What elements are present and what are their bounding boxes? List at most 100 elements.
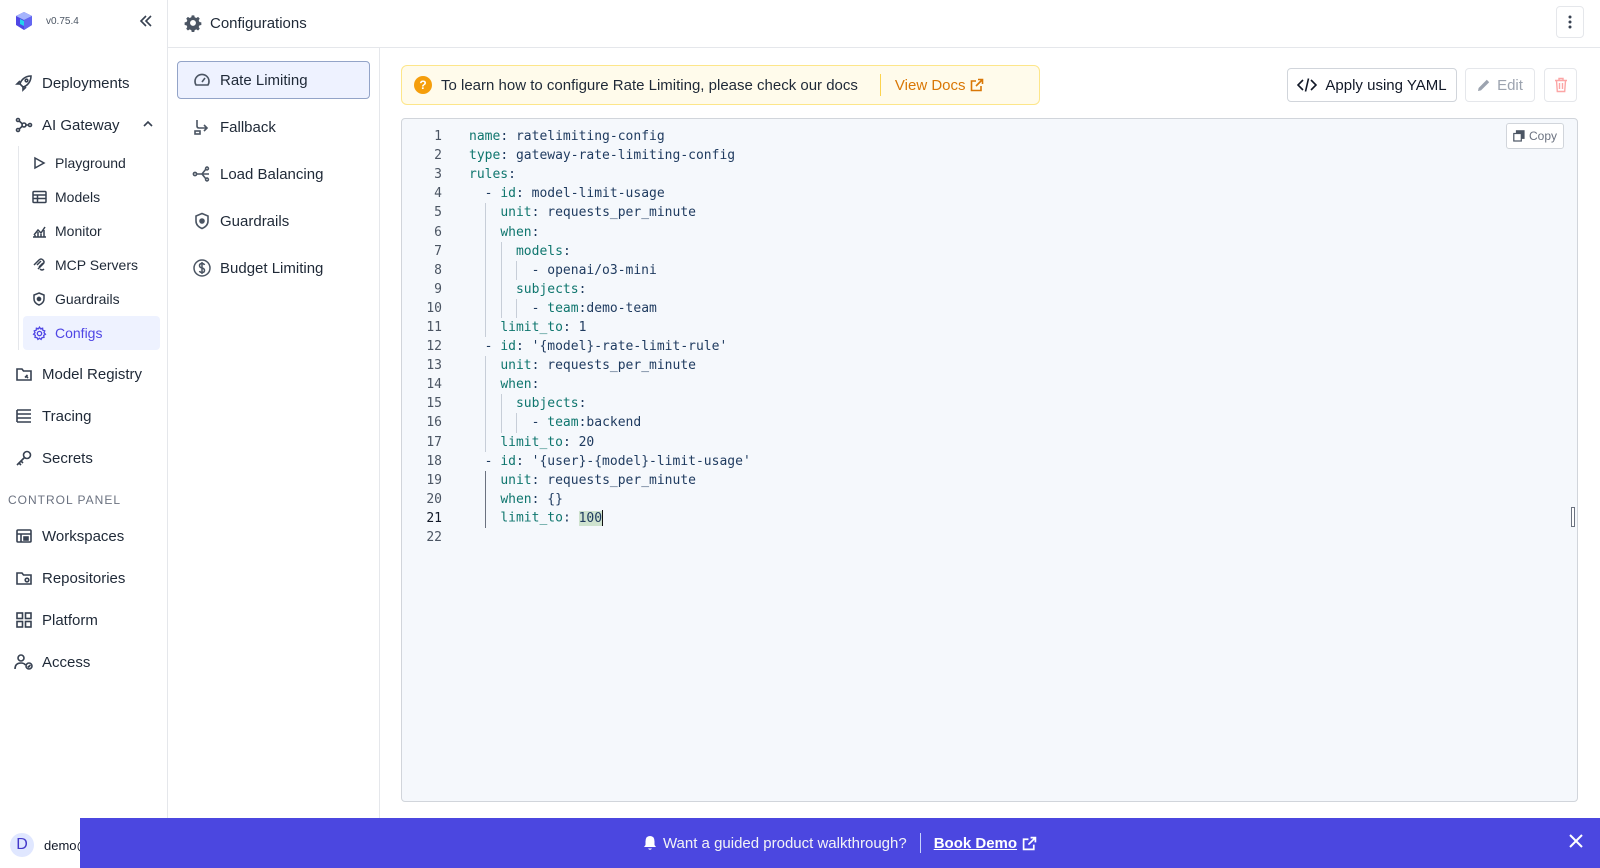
code-line[interactable]: 19 unit: requests_per_minute: [402, 470, 696, 490]
line-number: 4: [434, 186, 442, 202]
key-icon: [14, 448, 34, 468]
copy-button[interactable]: Copy: [1506, 123, 1564, 149]
copy-label: Copy: [1528, 129, 1557, 143]
sidebar-item-secrets[interactable]: Secrets: [0, 437, 168, 479]
code-line[interactable]: 8 - openai/o3-mini: [402, 260, 657, 280]
sidebar-item-model-registry[interactable]: Model Registry: [0, 353, 168, 395]
sidebar-item-label: Access: [42, 653, 91, 671]
line-number: 12: [426, 339, 442, 355]
code-line[interactable]: 9 subjects:: [402, 279, 586, 299]
code-text: subjects:: [515, 396, 587, 412]
code-text: when:: [500, 377, 540, 393]
line-number: 3: [434, 167, 442, 183]
sidebar-item-label: Tracing: [42, 407, 92, 425]
code-line[interactable]: 3 rules:: [402, 165, 516, 184]
sidebar-item-monitor[interactable]: Monitor: [23, 214, 160, 248]
code-line[interactable]: 16 - team:backend: [402, 413, 641, 433]
line-number: 22: [426, 530, 442, 546]
code-line[interactable]: 4 - id: model-limit-usage: [402, 184, 665, 203]
line-number: 2: [434, 148, 442, 164]
sidebar-item-tracing[interactable]: Tracing: [0, 395, 168, 437]
shield-icon: [31, 291, 47, 307]
code-line[interactable]: 6 when:: [402, 222, 539, 242]
config-tab-guardrails[interactable]: Guardrails: [177, 202, 370, 240]
sidebar-item-mcp-servers[interactable]: MCP Servers: [23, 248, 160, 282]
sidebar-item-platform[interactable]: Platform: [0, 599, 168, 641]
sidebar-item-ai-gateway[interactable]: AI Gateway: [0, 104, 168, 146]
code-line[interactable]: 7 models:: [402, 241, 571, 261]
line-number: 5: [434, 205, 442, 221]
code-text: limit_to: 100: [500, 510, 604, 527]
sidebar-item-deployments[interactable]: Deployments: [0, 62, 168, 104]
yaml-code-editor[interactable]: Copy 1 name: ratelimiting-config 2 type: ga…: [401, 118, 1578, 802]
avatar[interactable]: D: [10, 833, 34, 857]
edit-button[interactable]: Edit: [1465, 68, 1535, 102]
code-line[interactable]: 18 - id: '{user}-{model}-limit-usage': [402, 452, 750, 471]
line-number: 16: [426, 415, 442, 431]
apply-using-yaml-button[interactable]: Apply using YAML: [1287, 68, 1457, 102]
sidebar-header: v0.75.4: [0, 0, 167, 42]
book-demo-link[interactable]: Book Demo: [934, 835, 1037, 852]
app-version: v0.75.4: [46, 15, 79, 27]
close-icon[interactable]: [1568, 833, 1584, 854]
truefoundry-logo[interactable]: [14, 11, 34, 31]
code-line[interactable]: 17 limit_to: 20: [402, 432, 594, 452]
sidebar-item-access[interactable]: Access: [0, 641, 168, 683]
sidebar-item-playground[interactable]: Playground: [23, 146, 160, 180]
code-line[interactable]: 21 limit_to: 100: [402, 508, 604, 528]
config-tab-label: Budget Limiting: [220, 259, 324, 277]
code-line[interactable]: 5 unit: requests_per_minute: [402, 203, 696, 223]
code-text: - id: model-limit-usage: [469, 186, 665, 202]
code-line[interactable]: 15 subjects:: [402, 394, 586, 414]
code-lines[interactable]: 1 name: ratelimiting-config 2 type: gateway…: [402, 127, 750, 547]
sidebar-item-label: Repositories: [42, 569, 126, 587]
sidebar-item-repositories[interactable]: Repositories: [0, 557, 168, 599]
code-line[interactable]: 2 type: gateway-rate-limiting-config: [402, 146, 735, 165]
code-line[interactable]: 13 unit: requests_per_minute: [402, 356, 696, 376]
code-text: when: {}: [500, 491, 563, 507]
delete-button[interactable]: [1544, 68, 1577, 102]
more-options-icon[interactable]: [1556, 6, 1584, 38]
code-text: unit: requests_per_minute: [500, 205, 696, 221]
line-number: 19: [426, 472, 442, 488]
banner-divider: [879, 74, 881, 96]
code-icon: [1297, 78, 1318, 92]
line-number: 13: [426, 358, 442, 374]
sidebar-item-label: Monitor: [55, 223, 102, 239]
sidebar-nav: Deployments AI Gateway Playground Models: [0, 62, 168, 683]
sidebar-item-workspaces[interactable]: Workspaces: [0, 515, 168, 557]
code-text: when:: [500, 224, 540, 240]
chart-icon: [31, 223, 47, 239]
code-line[interactable]: 1 name: ratelimiting-config: [402, 127, 665, 146]
trash-icon: [1554, 77, 1567, 93]
view-docs-link[interactable]: View Docs: [895, 77, 984, 94]
config-tab-label: Rate Limiting: [220, 71, 308, 89]
code-line[interactable]: 12 - id: '{model}-rate-limit-rule': [402, 337, 727, 356]
workspace-icon: [14, 526, 34, 546]
collapse-sidebar-icon[interactable]: [137, 12, 155, 30]
code-text: - id: '{user}-{model}-limit-usage': [469, 453, 751, 469]
config-tab-fallback[interactable]: Fallback: [177, 108, 370, 146]
code-line[interactable]: 22: [402, 528, 442, 547]
sidebar-item-models[interactable]: Models: [23, 180, 160, 214]
sidebar-item-configs[interactable]: Configs: [23, 316, 160, 350]
chevron-up-icon[interactable]: [142, 117, 154, 134]
line-number: 14: [426, 377, 442, 393]
scrollbar-thumb[interactable]: [1571, 507, 1575, 527]
code-line[interactable]: 20 when: {}: [402, 489, 563, 509]
config-tab-load-balancing[interactable]: Load Balancing: [177, 155, 370, 193]
gauge-icon: [192, 70, 212, 90]
sidebar-item-guardrails[interactable]: Guardrails: [23, 282, 160, 316]
rocket-icon: [14, 73, 34, 93]
mcp-icon: [31, 257, 47, 273]
config-tab-label: Load Balancing: [220, 165, 324, 183]
code-line[interactable]: 14 when:: [402, 375, 539, 395]
code-line[interactable]: 11 limit_to: 1: [402, 317, 586, 338]
line-number: 10: [426, 300, 442, 316]
code-line[interactable]: 10 - team:demo-team: [402, 298, 657, 318]
config-tab-budget-limiting[interactable]: Budget Limiting: [177, 249, 370, 287]
folder-icon: [14, 364, 34, 384]
repository-icon: [14, 568, 34, 588]
config-tab-rate-limiting[interactable]: Rate Limiting: [177, 61, 370, 99]
code-text: unit: requests_per_minute: [500, 472, 696, 488]
